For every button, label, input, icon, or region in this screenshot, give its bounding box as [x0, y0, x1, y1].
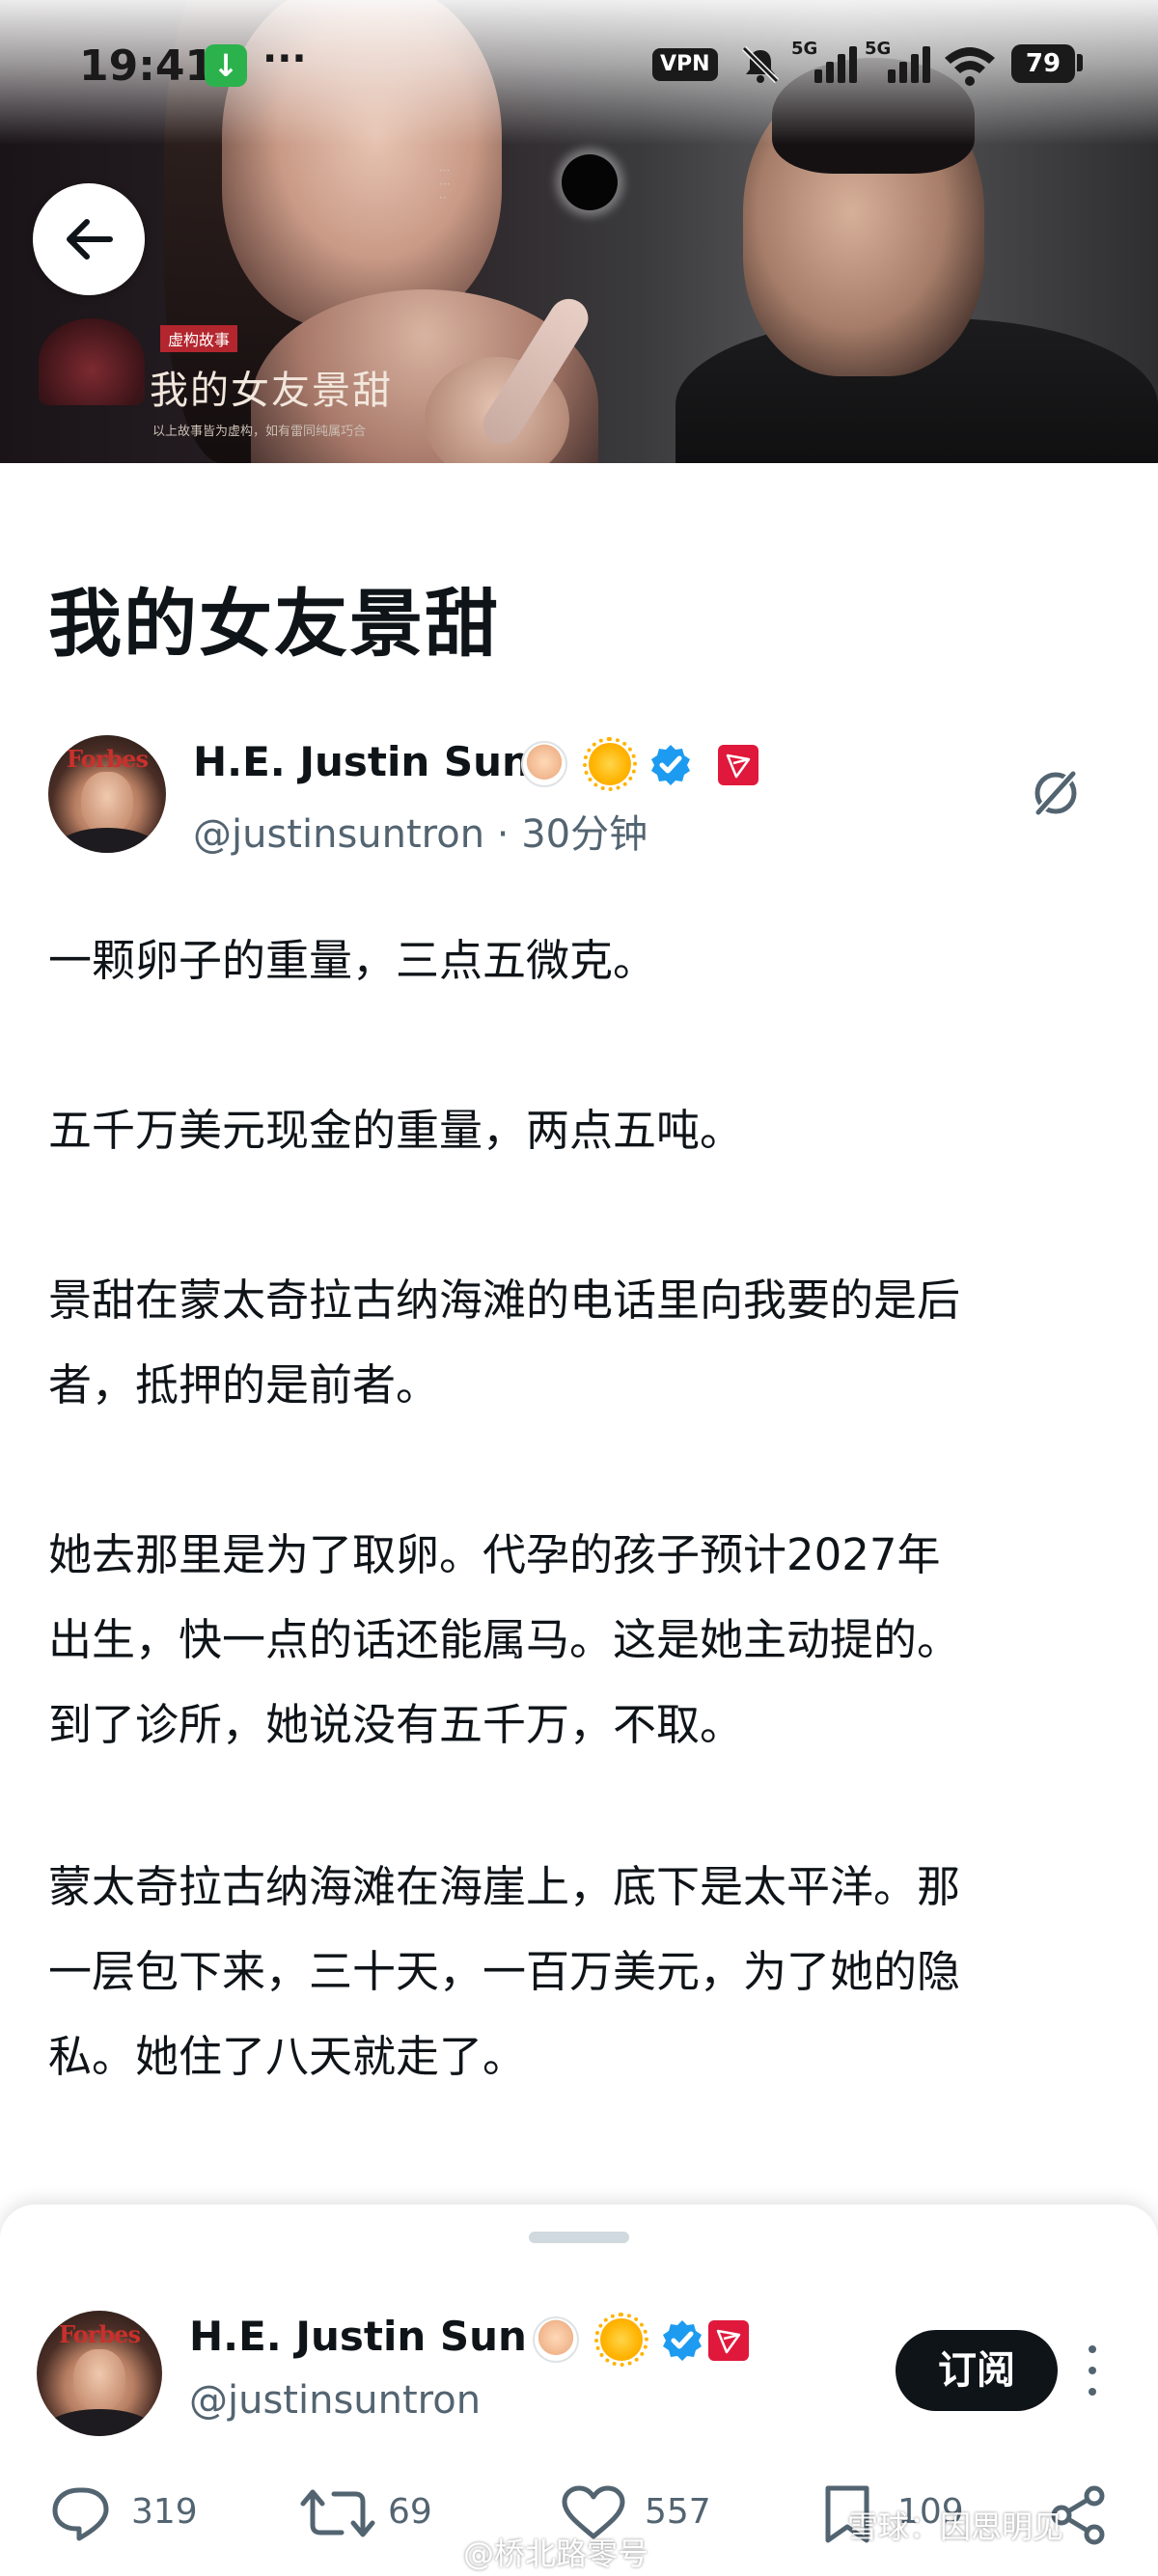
author-handle-time: @justinsuntron · 30分钟: [193, 812, 648, 857]
sheet-author-avatar[interactable]: Forbes: [37, 2311, 162, 2436]
status-bar: 19:41 ↓ ··· VPN 5G 5G 79: [0, 0, 1158, 135]
avatar-face: [73, 2349, 125, 2411]
sun-emoji-icon: [594, 2313, 648, 2367]
tron-badge-icon: [718, 745, 758, 785]
paragraph-line: 到了诊所，她说没有五千万，不取。: [48, 1699, 744, 1750]
avatar-forbes-text: Forbes: [67, 745, 149, 773]
paragraph-line: 她去那里是为了取卵。代孕的孩子预计2027年: [48, 1529, 941, 1580]
poster-tag: 虚构故事: [160, 325, 238, 352]
verified-badge-icon: [651, 745, 690, 785]
paragraph-line: 私。她住了八天就走了。: [48, 2031, 527, 2082]
download-icon: ↓: [205, 44, 247, 87]
status-time: 19:41: [79, 41, 215, 91]
poster-title: 我的女友景甜: [150, 369, 393, 413]
person-emoji-icon: [521, 741, 567, 787]
wifi-icon: [945, 47, 995, 86]
verified-badge-icon: [663, 2320, 702, 2361]
author-avatar[interactable]: Forbes: [48, 735, 166, 853]
avatar-suit: [58, 828, 156, 853]
poster-note: 以上故事皆为虚构，如有雷同纯属巧合: [152, 425, 367, 439]
paragraph-line: 景甜在蒙太奇拉古纳海滩的电话里向我要的是后: [48, 1274, 961, 1326]
more-options-icon[interactable]: [1087, 2345, 1098, 2396]
battery-tip: [1077, 54, 1083, 71]
reply-count: 319: [131, 2492, 198, 2532]
repost-icon: [300, 2489, 375, 2537]
mute-bell-icon: [741, 45, 780, 84]
more-notifications-icon: ···: [262, 37, 307, 81]
author-name[interactable]: H.E. Justin Sun: [193, 738, 531, 785]
paragraph-line: 五千万美元现金的重量，两点五吨。: [48, 1105, 744, 1156]
article-title: 我的女友景甜: [48, 581, 500, 667]
avatar-forbes-text: Forbes: [59, 2320, 141, 2348]
vpn-icon: VPN: [652, 48, 718, 81]
paragraph-4: 她去那里是为了取卵。代孕的孩子预计2027年 出生，快一点的话还能属马。这是她主…: [48, 1513, 1119, 1768]
lotus-decoration: [39, 318, 145, 405]
paragraph-3: 景甜在蒙太奇拉古纳海滩的电话里向我要的是后 者，抵押的是前者。: [48, 1258, 1119, 1428]
paragraph-line: 一层包下来，三十天，一百万美元，为了她的隐: [48, 1946, 961, 1997]
sheet-author-handle: @justinsuntron: [189, 2378, 482, 2423]
sheet-grabber[interactable]: [529, 2232, 629, 2243]
arrow-left-icon: [67, 219, 113, 260]
sun-emoji-icon: [583, 737, 637, 791]
eclipse-graphic: [562, 154, 618, 210]
grok-icon[interactable]: [1029, 766, 1083, 820]
paragraph-1: 一颗卵子的重量，三点五微克。: [48, 918, 1119, 1003]
paragraph-2: 五千万美元现金的重量，两点五吨。: [48, 1088, 1119, 1173]
paragraph-line: 一颗卵子的重量，三点五微克。: [48, 935, 657, 986]
paragraph-line: 蒙太奇拉古纳海滩在海崖上，底下是太平洋。那: [48, 1861, 961, 1912]
avatar-face: [81, 772, 133, 834]
signal-2-icon: 5G: [865, 39, 934, 85]
person-emoji-icon: [533, 2316, 579, 2363]
battery-icon: 79: [1011, 44, 1075, 83]
paragraph-line: 者，抵押的是前者。: [48, 1359, 440, 1411]
signal-1-icon: 5G: [791, 39, 861, 85]
reply-icon: [52, 2487, 109, 2541]
weibo-watermark: @桥北路零号: [463, 2535, 649, 2572]
poster-vertical-text: ········: [439, 164, 451, 205]
back-button[interactable]: [33, 183, 145, 295]
subscribe-button[interactable]: 订阅: [896, 2330, 1058, 2411]
paragraph-line: 出生，快一点的话还能属马。这是她主动提的。: [48, 1614, 961, 1665]
tron-badge-icon: [708, 2320, 749, 2361]
repost-count: 69: [388, 2492, 432, 2532]
sheet-author-name[interactable]: H.E. Justin Sun: [189, 2313, 527, 2360]
like-count: 557: [645, 2492, 711, 2532]
xueqiu-watermark: 雪球：因思明见: [847, 2508, 1064, 2545]
paragraph-5: 蒙太奇拉古纳海滩在海崖上，底下是太平洋。那 一层包下来，三十天，一百万美元，为了…: [48, 1845, 1119, 2099]
avatar-suit: [46, 2409, 152, 2436]
